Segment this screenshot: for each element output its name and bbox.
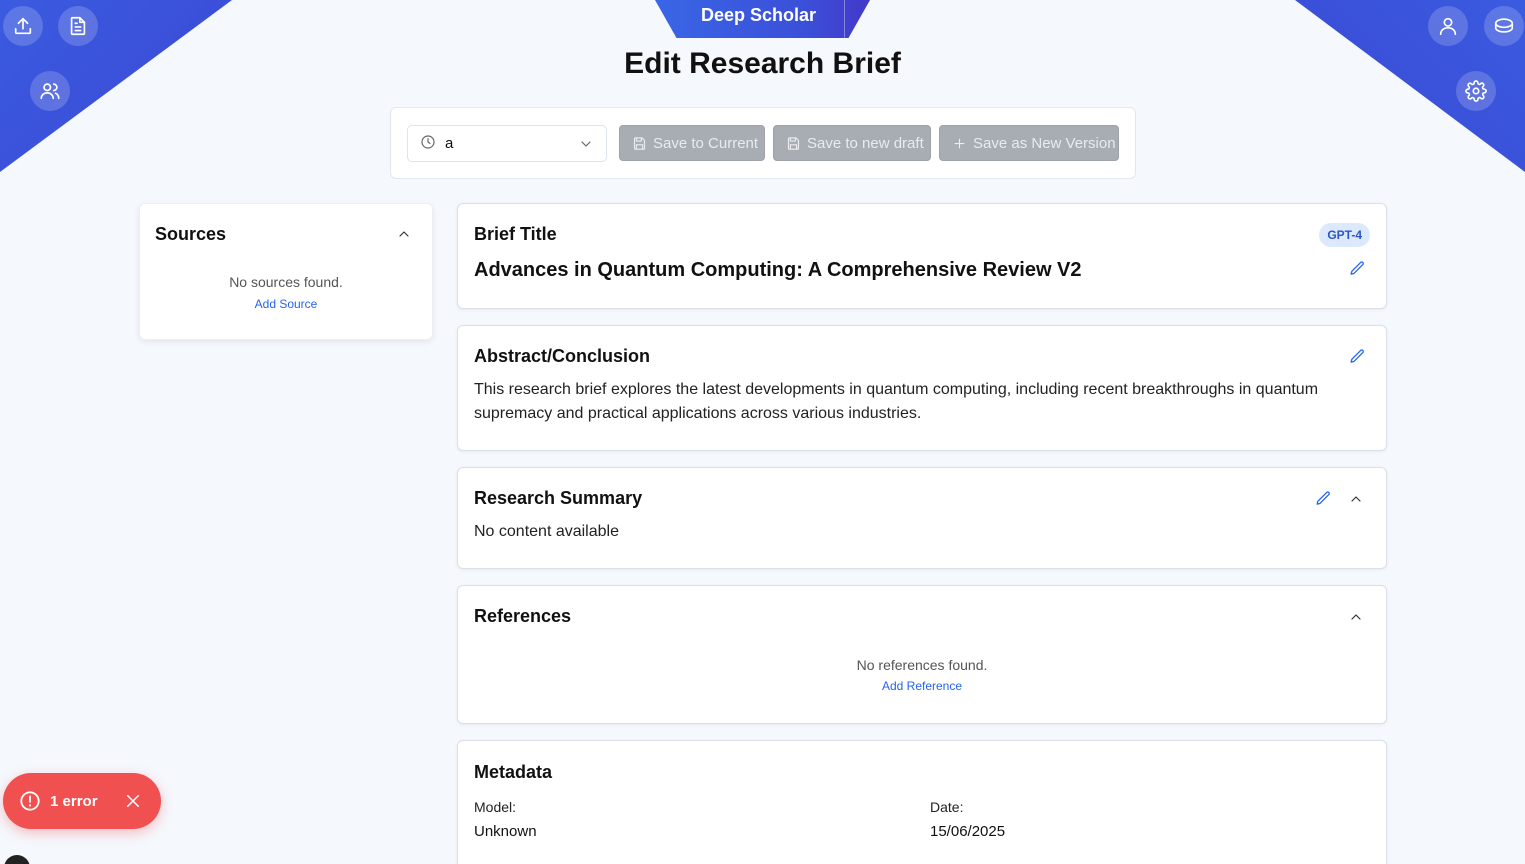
close-toast-button[interactable] — [124, 792, 142, 815]
sources-panel: Sources No sources found. Add Source — [139, 203, 433, 340]
abstract-card: Abstract/Conclusion This research brief … — [457, 325, 1387, 451]
brief-title-heading: Brief Title — [474, 224, 557, 244]
gear-icon — [1465, 80, 1487, 102]
clock-icon — [421, 134, 435, 149]
abstract-body: This research brief explores the latest … — [474, 381, 1319, 422]
credits-button[interactable] — [1484, 6, 1524, 46]
collapse-references-button[interactable] — [1348, 609, 1364, 630]
add-reference-link[interactable]: Add Reference — [458, 679, 1386, 693]
user-icon — [1439, 17, 1457, 36]
version-toolbar: a Save to Current Save to new draft Save… — [390, 107, 1136, 179]
references-empty-message: No references found. — [856, 657, 988, 673]
coin-stack-icon — [1494, 18, 1514, 33]
metadata-heading: Metadata — [474, 762, 553, 782]
save-as-new-version-label: Save as New Version — [973, 134, 1116, 152]
version-select-value: a — [445, 135, 454, 152]
research-summary-body: No content available — [474, 523, 619, 540]
brief-title-value: Advances in Quantum Computing: A Compreh… — [474, 259, 1082, 281]
pencil-icon — [1350, 261, 1364, 275]
dev-tools-button[interactable] — [4, 855, 30, 864]
add-source-link[interactable]: Add Source — [140, 297, 432, 311]
model-badge: GPT-4 — [1319, 223, 1370, 247]
save-to-new-draft-button[interactable]: Save to new draft — [773, 125, 931, 161]
metadata-card: Metadata Model: Unknown Date: 15/06/2025 — [457, 740, 1387, 864]
brand-name: Deep Scholar — [700, 4, 817, 25]
page-title: Edit Research Brief — [624, 47, 901, 80]
save-to-current-label: Save to Current — [653, 134, 759, 152]
save-icon — [787, 136, 800, 150]
alert-circle-icon — [20, 791, 40, 811]
chevron-down-icon — [581, 141, 591, 147]
pencil-icon — [1316, 491, 1330, 505]
edit-title-button[interactable] — [1349, 260, 1366, 282]
pencil-icon — [1350, 349, 1364, 363]
error-toast[interactable]: 1 error — [3, 773, 161, 829]
edit-summary-button[interactable] — [1315, 490, 1332, 512]
date-label: Date: — [930, 799, 964, 815]
version-select[interactable]: a — [407, 125, 607, 162]
document-icon — [70, 16, 86, 36]
abstract-heading: Abstract/Conclusion — [474, 346, 651, 366]
model-label: Model: — [474, 799, 517, 815]
edit-abstract-button[interactable] — [1349, 348, 1366, 370]
close-icon — [127, 795, 139, 807]
research-summary-card: Research Summary No content available — [457, 467, 1387, 569]
brand-tab[interactable]: Deep Scholar — [655, 0, 870, 38]
users-icon — [40, 83, 60, 100]
upload-button[interactable] — [3, 6, 43, 46]
references-heading: References — [474, 606, 572, 626]
research-summary-heading: Research Summary — [474, 488, 643, 508]
collapse-sources-button[interactable] — [396, 226, 412, 247]
references-card: References No references found. Add Refe… — [457, 585, 1387, 724]
documents-button[interactable] — [58, 6, 98, 46]
brief-title-card: Brief Title GPT-4 Advances in Quantum Co… — [457, 203, 1387, 309]
save-to-current-button[interactable]: Save to Current — [619, 125, 765, 161]
date-value: 15/06/2025 — [930, 823, 1006, 840]
sources-empty-message: No sources found. — [229, 274, 343, 290]
profile-button[interactable] — [1428, 6, 1468, 46]
plus-icon — [954, 138, 965, 148]
brand-divider — [844, 0, 845, 38]
save-as-new-version-button[interactable]: Save as New Version — [939, 125, 1119, 161]
error-toast-message: 1 error — [50, 793, 98, 810]
chevron-up-icon — [1351, 496, 1361, 502]
model-value: Unknown — [474, 823, 537, 840]
save-icon — [633, 136, 646, 150]
upload-icon — [14, 17, 32, 35]
chevron-up-icon — [399, 231, 409, 237]
save-to-new-draft-label: Save to new draft — [807, 134, 924, 152]
chevron-up-icon — [1351, 614, 1361, 620]
sources-title: Sources — [155, 224, 227, 244]
collapse-summary-button[interactable] — [1348, 491, 1364, 512]
